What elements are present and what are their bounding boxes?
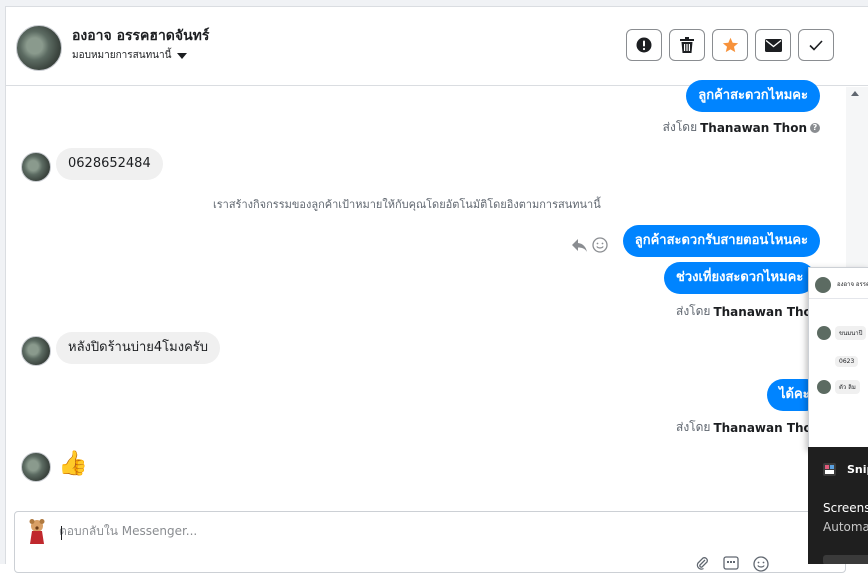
check-icon <box>809 39 823 51</box>
assign-label: มอบหมายการสนทนานี้ <box>72 50 172 61</box>
snipping-tool-icon <box>823 463 836 476</box>
mark-unread-button[interactable] <box>755 29 791 61</box>
contact-avatar-small[interactable] <box>21 336 51 366</box>
star-button[interactable] <box>712 29 748 61</box>
sent-by-line: ส่งโดย Thanawan Thon ? <box>663 118 820 137</box>
scroll-up-arrow-icon[interactable] <box>851 91 859 96</box>
top-frame <box>5 0 868 7</box>
sent-by-line: ส่งโดย Thanawan Thon <box>676 418 820 437</box>
saved-replies-icon[interactable] <box>723 556 739 570</box>
incoming-message[interactable]: หลังปิดร้านบ่าย4โมงครับ <box>56 332 221 364</box>
emoji-icon[interactable] <box>753 556 769 572</box>
page-avatar-icon <box>29 519 45 544</box>
paperclip-icon[interactable] <box>695 556 709 570</box>
contact-avatar-small[interactable] <box>21 452 51 482</box>
snip-app-name: Snip <box>847 463 868 476</box>
text-caret <box>61 526 62 540</box>
thumbnail-name: องอาจ อรรค <box>837 281 868 288</box>
sender-name[interactable]: Thanawan Thon <box>700 121 807 135</box>
reply-icon[interactable] <box>571 238 588 253</box>
snip-subtitle: Automa <box>823 520 868 534</box>
mark-spam-button[interactable] <box>626 29 662 61</box>
thumbnail-header: องอาจ อรรค <box>809 268 868 299</box>
thumbs-up-emoji[interactable]: 👍 <box>58 448 88 478</box>
contact-avatar-small[interactable] <box>21 152 51 182</box>
star-icon <box>722 37 738 53</box>
sent-by-line: ส่งโดย Thanawan Thon <box>676 302 820 321</box>
sender-name[interactable]: Thanawan Thon <box>713 421 820 435</box>
outgoing-message[interactable]: ช่วงเที่ยงสะดวกไหมคะ <box>664 262 816 294</box>
thumbnail-message: ตัว ลิม <box>835 380 860 394</box>
composer-toolbar <box>695 556 769 572</box>
trash-icon <box>680 37 694 53</box>
assign-conversation-dropdown[interactable]: มอบหมายการสนทนานี้ <box>72 48 188 63</box>
envelope-icon <box>764 38 782 52</box>
emoji-reaction-icon[interactable] <box>592 237 608 253</box>
sent-by-label: ส่งโดย <box>676 420 711 434</box>
outgoing-message[interactable]: ลูกค้าสะดวกรับสายตอนไหนคะ <box>622 225 820 257</box>
screenshot-thumbnail[interactable]: องอาจ อรรค ขนมนาปี 0623 ตัว ลิม <box>808 267 868 449</box>
system-message: เราสร้างกิจกรรมของลูกค้าเป้าหมายให้กับคุ… <box>213 198 601 211</box>
chevron-down-icon <box>177 52 188 59</box>
thumbnail-message: 0623 <box>835 356 859 367</box>
contact-avatar[interactable] <box>16 25 62 71</box>
exclamation-circle-icon <box>636 37 652 53</box>
delete-button[interactable] <box>669 29 705 61</box>
incoming-message[interactable]: 0628652484 <box>56 148 163 180</box>
sent-by-label: ส่งโดย <box>662 120 698 134</box>
thumbnail-avatar <box>817 380 831 394</box>
snip-action-button[interactable] <box>823 555 868 564</box>
sent-by-label: ส่งโดย <box>676 304 711 318</box>
contact-name[interactable]: องอาจ อรรคฮาดจันทร์ <box>72 25 209 47</box>
outgoing-message[interactable]: ลูกค้าสะดวกไหมคะ <box>686 80 820 112</box>
sender-name[interactable]: Thanawan Thon <box>713 305 820 319</box>
reply-input[interactable] <box>59 524 659 538</box>
snip-title: Screens <box>823 501 868 515</box>
snip-notification[interactable]: Snip Screens Automa <box>808 447 868 564</box>
mark-done-button[interactable] <box>798 29 834 61</box>
info-icon[interactable]: ? <box>810 122 820 133</box>
conversation-header: องอาจ อรรคฮาดจันทร์ มอบหมายการสนทนานี้ <box>6 7 868 86</box>
thumbnail-message: ขนมนาปี <box>835 326 867 340</box>
thumbnail-avatar <box>815 277 831 293</box>
thumbnail-avatar <box>817 326 831 340</box>
